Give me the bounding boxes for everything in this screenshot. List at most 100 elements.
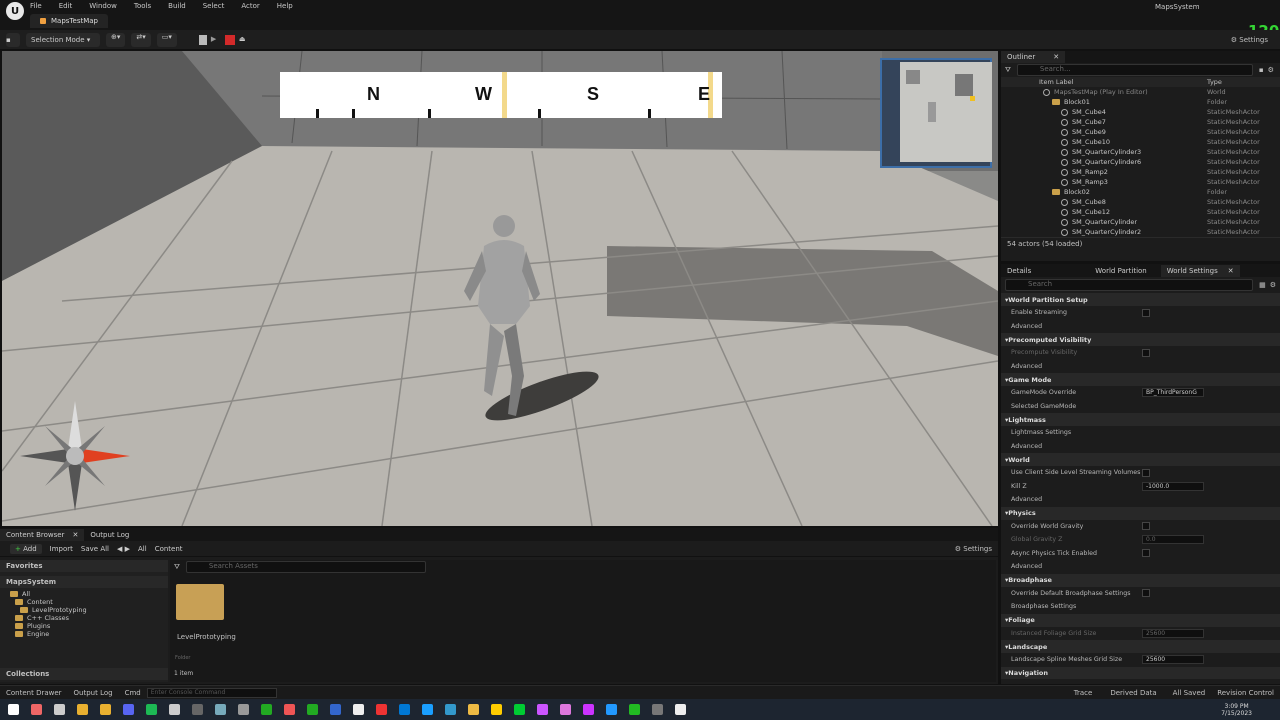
tab-content-browser[interactable]: Content Browser ✕	[0, 528, 85, 541]
property-value-field[interactable]: 25600	[1142, 628, 1204, 638]
col-type[interactable]: Type	[1207, 78, 1222, 86]
tab-details[interactable]: Details	[1001, 265, 1037, 277]
folder-icon[interactable]	[176, 584, 224, 620]
cinematics-icon[interactable]: ▭▾	[156, 32, 177, 47]
app-icon[interactable]	[491, 704, 502, 715]
menu-item-window[interactable]: Window	[89, 2, 117, 10]
tree-item[interactable]: All	[10, 590, 168, 598]
menu-item-tools[interactable]: Tools	[134, 2, 151, 10]
project-header[interactable]: MapsSystem	[0, 576, 168, 588]
console-input[interactable]: Enter Console Command	[146, 687, 277, 698]
pause-button[interactable]	[198, 34, 207, 45]
content-drawer-button[interactable]: Content Drawer	[6, 689, 62, 697]
trace-button[interactable]: Trace	[1074, 689, 1093, 697]
terminal-icon[interactable]	[215, 704, 226, 715]
save-all-button[interactable]: Save All	[81, 545, 109, 553]
property-checkbox[interactable]	[1142, 348, 1150, 357]
search-icon[interactable]	[31, 704, 42, 715]
asset-search-input[interactable]: Search Assets	[185, 561, 426, 573]
firefox-icon[interactable]	[54, 704, 65, 715]
outliner-row[interactable]: SM_Cube9 StaticMeshActor	[1001, 127, 1280, 137]
app-icon[interactable]	[353, 704, 364, 715]
menu-item-edit[interactable]: Edit	[59, 2, 73, 10]
windows-start-icon[interactable]	[8, 704, 19, 715]
menu-item-actor[interactable]: Actor	[241, 2, 259, 10]
col-item-label[interactable]: Item Label	[1039, 78, 1073, 86]
property-checkbox[interactable]	[1142, 522, 1150, 531]
battle-net-icon[interactable]	[330, 704, 341, 715]
frame-skip-button[interactable]: ▶	[211, 35, 221, 45]
settings-button[interactable]: ⚙ Settings	[1231, 36, 1268, 44]
tree-item[interactable]: LevelPrototyping	[10, 606, 168, 614]
property-value-field[interactable]: 0.0	[1142, 535, 1204, 545]
outliner-row[interactable]: MapsTestMap (Play In Editor) World	[1001, 87, 1280, 97]
stop-button[interactable]	[224, 34, 235, 45]
steam-icon[interactable]	[422, 704, 433, 715]
unreal-logo-icon[interactable]: U	[6, 2, 24, 20]
tab-world-settings[interactable]: World Settings ✕	[1160, 264, 1240, 277]
outliner-row[interactable]: SM_Ramp3 StaticMeshActor	[1001, 177, 1280, 187]
menu-item-help[interactable]: Help	[277, 2, 293, 10]
vlc-icon[interactable]	[468, 704, 479, 715]
folder-icon[interactable]	[123, 704, 134, 715]
outliner-row[interactable]: SM_Cube7 StaticMeshActor	[1001, 117, 1280, 127]
property-checkbox[interactable]	[1142, 308, 1150, 317]
all-saved-button[interactable]: All Saved	[1173, 689, 1206, 697]
outliner-row[interactable]: SM_Ramp2 StaticMeshActor	[1001, 167, 1280, 177]
close-icon[interactable]: ✕	[72, 531, 78, 539]
property-value-field[interactable]: 25600	[1142, 655, 1204, 665]
property-checkbox[interactable]	[1142, 589, 1150, 598]
outliner-row[interactable]: SM_Cube10 StaticMeshActor	[1001, 137, 1280, 147]
close-icon[interactable]: ✕	[1053, 53, 1059, 61]
settings-icon[interactable]: ⚙	[1270, 281, 1276, 289]
steam-icon[interactable]	[238, 704, 249, 715]
minecraft-icon[interactable]	[629, 704, 640, 715]
add-folder-icon[interactable]: ▪	[1259, 66, 1264, 74]
section-header[interactable]: ▾ Navigation	[1001, 666, 1280, 679]
app-icon[interactable]	[261, 704, 272, 715]
property-checkbox[interactable]	[1142, 549, 1150, 558]
tree-item[interactable]: C++ Classes	[10, 614, 168, 622]
filter-icon[interactable]: ⛛	[1005, 66, 1011, 75]
asset-name[interactable]: LevelPrototyping	[177, 633, 236, 641]
collections-header[interactable]: Collections	[0, 668, 168, 680]
cmd-dropdown[interactable]: Cmd	[125, 689, 141, 697]
chrome-icon[interactable]	[445, 704, 456, 715]
menu-item-select[interactable]: Select	[203, 2, 225, 10]
outliner-search-input[interactable]: Search...	[1016, 64, 1253, 76]
path-all[interactable]: All	[138, 545, 147, 553]
grid-view-icon[interactable]: ▦	[1259, 281, 1266, 289]
revision-control-button[interactable]: Revision Control	[1217, 689, 1274, 697]
favorites-header[interactable]: Favorites	[0, 560, 168, 572]
details-search-input[interactable]: Search	[1005, 279, 1254, 291]
file-explorer-icon[interactable]	[100, 704, 111, 715]
section-header[interactable]: ▾ Precomputed Visibility	[1001, 333, 1280, 346]
output-log-button[interactable]: Output Log	[74, 689, 113, 697]
section-header[interactable]: ▾ World Partition Setup	[1001, 293, 1280, 306]
property-value-field[interactable]: -1000.0	[1142, 481, 1204, 491]
path-content[interactable]: Content	[155, 545, 183, 553]
back-icon[interactable]: ◀ ▶	[117, 545, 130, 553]
blueprint-icon[interactable]: ⇄▾	[131, 32, 151, 47]
cb-settings-button[interactable]: ⚙ Settings	[955, 545, 992, 553]
outliner-row[interactable]: SM_Cube8 StaticMeshActor	[1001, 197, 1280, 207]
outliner-row[interactable]: SM_QuarterCylinder2 StaticMeshActor	[1001, 227, 1280, 237]
save-icon[interactable]: ▪	[6, 32, 20, 47]
app-icon[interactable]	[307, 704, 318, 715]
derived-data-button[interactable]: Derived Data	[1110, 689, 1156, 697]
tree-item[interactable]: Content	[10, 598, 168, 606]
app-icon[interactable]	[77, 704, 88, 715]
edge-icon[interactable]	[399, 704, 410, 715]
filter-icon[interactable]: ⛛	[174, 563, 180, 572]
section-header[interactable]: ▾ Foliage	[1001, 613, 1280, 627]
discord-icon[interactable]	[146, 704, 157, 715]
app-icon[interactable]	[514, 704, 525, 715]
outliner-row[interactable]: Block02 Folder	[1001, 187, 1280, 197]
after-effects-icon[interactable]	[537, 704, 548, 715]
outliner-row[interactable]: SM_QuarterCylinder StaticMeshActor	[1001, 217, 1280, 227]
section-header[interactable]: ▾ Game Mode	[1001, 373, 1280, 386]
game-viewport[interactable]: N W S E	[2, 51, 998, 526]
property-checkbox[interactable]	[1142, 468, 1150, 477]
menu-item-build[interactable]: Build	[168, 2, 186, 10]
section-header[interactable]: ▾ World	[1001, 453, 1280, 466]
